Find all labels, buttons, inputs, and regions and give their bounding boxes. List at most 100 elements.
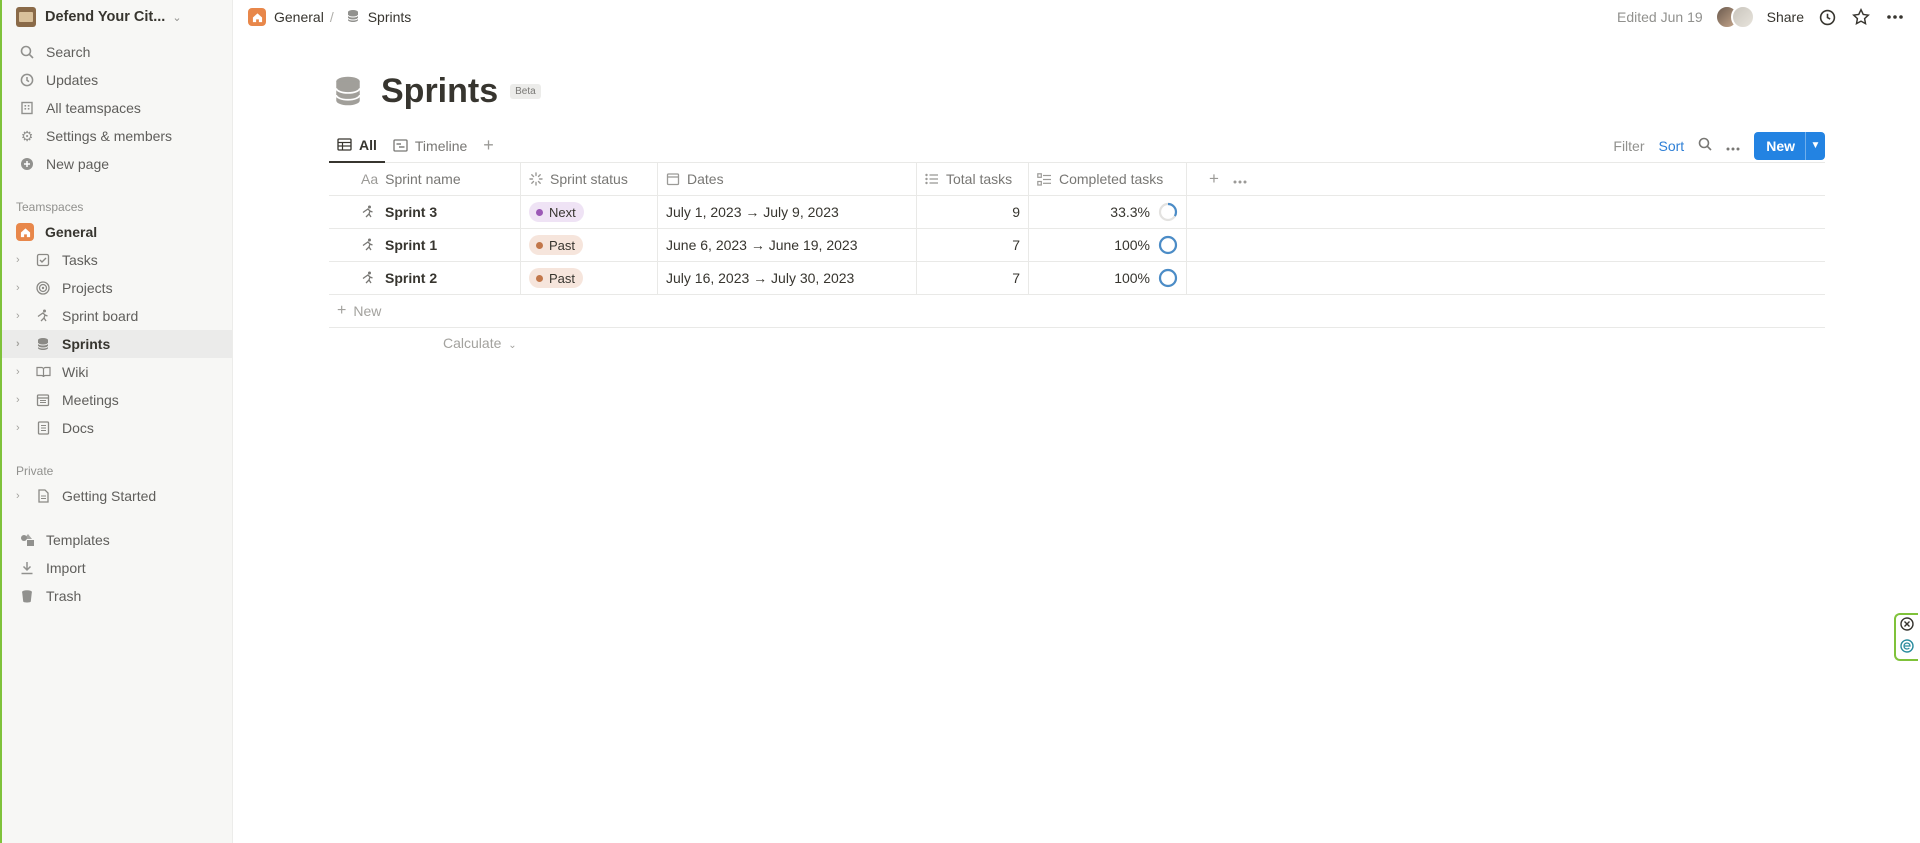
chevron-right-icon[interactable]: ›: [16, 422, 28, 434]
sidebar-item-settings[interactable]: ⚙ Settings & members: [2, 122, 232, 150]
extension-icon[interactable]: [1900, 638, 1914, 658]
running-icon: [361, 238, 375, 252]
dates-cell[interactable]: July 16, 2023 → July 30, 2023: [658, 262, 917, 294]
dates-cell[interactable]: July 1, 2023 → July 9, 2023: [658, 196, 917, 228]
running-icon: [361, 271, 375, 285]
column-header-dates[interactable]: Dates: [658, 163, 917, 195]
sprint-status-cell[interactable]: Past: [521, 229, 658, 261]
sprint-name-cell[interactable]: Sprint 1: [329, 229, 521, 261]
sidebar-item-label: Meetings: [62, 392, 119, 408]
sidebar-item-import[interactable]: Import: [2, 554, 232, 582]
close-icon[interactable]: [1900, 616, 1914, 636]
checklist-icon: [1037, 172, 1052, 186]
sprint-name-cell[interactable]: Sprint 3: [329, 196, 521, 228]
add-row-button[interactable]: + New: [329, 295, 1825, 328]
completed-tasks-cell[interactable]: 100%: [1029, 229, 1187, 261]
chevron-updown-icon: ⌄: [172, 11, 182, 24]
clock-icon[interactable]: [1816, 6, 1838, 28]
chevron-right-icon[interactable]: ›: [16, 254, 28, 266]
sidebar-item-projects[interactable]: › Projects: [2, 274, 232, 302]
table-row[interactable]: Sprint 1 Past June 6, 2023 → June 19, 20…: [329, 229, 1825, 262]
sidebar-item-general[interactable]: General: [2, 218, 232, 246]
page-title[interactable]: Sprints: [381, 72, 498, 111]
sidebar-item-wiki[interactable]: › Wiki: [2, 358, 232, 386]
breadcrumb-current[interactable]: Sprints: [368, 9, 412, 25]
chevron-right-icon[interactable]: ›: [16, 490, 28, 502]
sidebar-item-label: Search: [46, 44, 91, 60]
more-icon[interactable]: [1884, 6, 1906, 28]
sprint-name-cell[interactable]: Sprint 2: [329, 262, 521, 294]
workspace-switcher[interactable]: Defend Your Cit... ⌄: [2, 0, 232, 34]
sidebar-item-docs[interactable]: › Docs: [2, 414, 232, 442]
total-tasks-cell[interactable]: 9: [917, 196, 1029, 228]
table-row[interactable]: Sprint 3 Next July 1, 2023 → July 9, 202…: [329, 196, 1825, 229]
running-icon: [34, 307, 52, 325]
sidebar-item-trash[interactable]: Trash: [2, 582, 232, 610]
breadcrumb-parent[interactable]: General: [274, 9, 324, 25]
progress-ring: [1158, 268, 1178, 288]
column-header-total-tasks[interactable]: Total tasks: [917, 163, 1029, 195]
sprint-status-cell[interactable]: Next: [521, 196, 658, 228]
sidebar-item-label: Trash: [46, 588, 82, 604]
chevron-down-icon[interactable]: ▼: [1805, 131, 1825, 160]
sidebar-item-search[interactable]: Search: [2, 38, 232, 66]
calculate-button[interactable]: Calculate ⌄: [443, 335, 517, 351]
empty-cell: [1187, 229, 1825, 261]
column-header-sprint-name[interactable]: Aa Sprint name: [329, 163, 521, 195]
download-icon: [18, 559, 36, 577]
clock-icon: [18, 71, 36, 89]
dates-cell[interactable]: June 6, 2023 → June 19, 2023: [658, 229, 917, 261]
new-button-label[interactable]: New: [1754, 132, 1805, 160]
sidebar-item-sprint-board[interactable]: › Sprint board: [2, 302, 232, 330]
sidebar-item-templates[interactable]: Templates: [2, 526, 232, 554]
filter-button[interactable]: Filter: [1613, 138, 1644, 154]
column-header-sprint-status[interactable]: Sprint status: [521, 163, 658, 195]
completed-tasks-cell[interactable]: 100%: [1029, 262, 1187, 294]
search-icon[interactable]: [1698, 137, 1712, 154]
more-icon[interactable]: [1233, 171, 1247, 187]
sidebar-item-tasks[interactable]: › Tasks: [2, 246, 232, 274]
total-tasks-cell[interactable]: 7: [917, 229, 1029, 261]
sidebar-item-meetings[interactable]: › Meetings: [2, 386, 232, 414]
floating-widget: [1894, 613, 1918, 661]
workspace-logo: [16, 7, 36, 27]
add-property-button[interactable]: +: [1195, 169, 1233, 189]
completed-tasks-cell[interactable]: 33.3%: [1029, 196, 1187, 228]
column-header-actions: +: [1187, 163, 1825, 195]
calculate-label: Calculate: [443, 335, 502, 351]
sprint-name: Sprint 1: [385, 237, 438, 253]
chevron-right-icon[interactable]: ›: [16, 338, 28, 350]
sort-button[interactable]: Sort: [1659, 138, 1685, 154]
plus-circle-icon: [18, 155, 36, 173]
avatar-stack[interactable]: [1714, 5, 1755, 29]
table-row[interactable]: Sprint 2 Past July 16, 2023 → July 30, 2…: [329, 262, 1825, 295]
more-icon[interactable]: [1726, 138, 1740, 154]
home-icon: [16, 223, 34, 241]
chevron-right-icon[interactable]: ›: [16, 310, 28, 322]
star-icon[interactable]: [1850, 6, 1872, 28]
share-button[interactable]: Share: [1767, 9, 1804, 25]
new-button[interactable]: New ▼: [1754, 131, 1825, 160]
chevron-right-icon[interactable]: ›: [16, 394, 28, 406]
tab-timeline[interactable]: Timeline: [385, 129, 475, 163]
tab-all[interactable]: All: [329, 129, 385, 163]
list-icon: [925, 173, 939, 185]
sidebar-item-label: Sprint board: [62, 308, 139, 324]
chevron-right-icon[interactable]: ›: [16, 366, 28, 378]
database-icon: [346, 9, 360, 26]
sidebar-item-getting-started[interactable]: › Getting Started: [2, 482, 232, 510]
database-icon[interactable]: [333, 75, 365, 109]
sprint-status-cell[interactable]: Past: [521, 262, 658, 294]
column-header-completed-tasks[interactable]: Completed tasks: [1029, 163, 1187, 195]
empty-cell: [1187, 262, 1825, 294]
database-icon: [34, 335, 52, 353]
sidebar-item-all-teamspaces[interactable]: All teamspaces: [2, 94, 232, 122]
completed-percent: 100%: [1114, 270, 1150, 286]
add-view-button[interactable]: +: [475, 135, 502, 156]
total-tasks-cell[interactable]: 7: [917, 262, 1029, 294]
chevron-right-icon[interactable]: ›: [16, 282, 28, 294]
sidebar-item-sprints[interactable]: › Sprints: [2, 330, 232, 358]
topbar-actions: Edited Jun 19 Share: [1617, 5, 1920, 29]
sidebar-item-new-page[interactable]: New page: [2, 150, 232, 178]
sidebar-item-updates[interactable]: Updates: [2, 66, 232, 94]
